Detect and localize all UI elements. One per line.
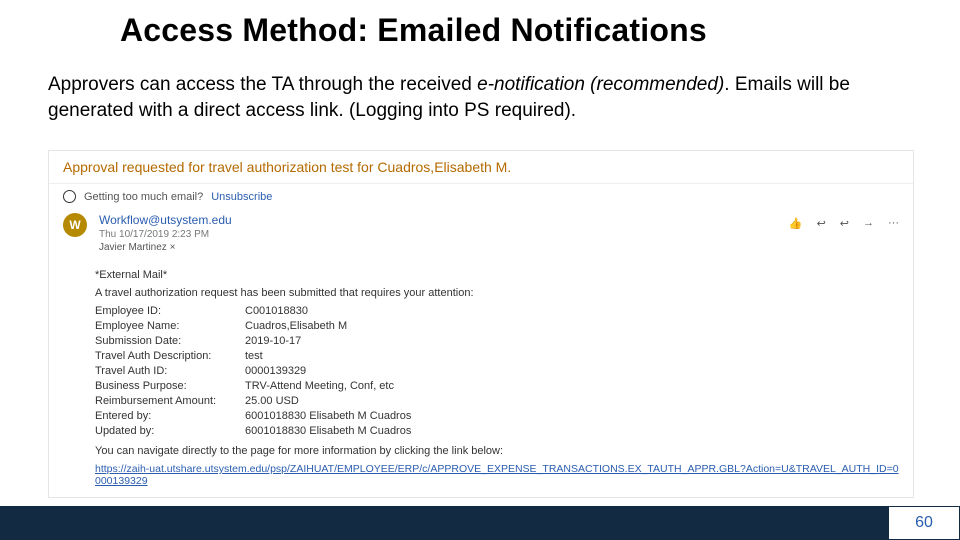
field-label: Employee Name: <box>95 320 245 332</box>
like-icon[interactable]: 👍 <box>789 217 803 230</box>
field-label: Travel Auth Description: <box>95 350 245 362</box>
from-address[interactable]: Workflow@utsystem.edu <box>99 213 232 227</box>
lead-text: A travel authorization request has been … <box>95 287 899 299</box>
sender-block: Workflow@utsystem.edu Thu 10/17/2019 2:2… <box>99 213 232 253</box>
detail-fields: Employee ID:C001018830 Employee Name:Cua… <box>95 305 899 437</box>
intro-emphasis: e-notification (recommended) <box>477 74 724 95</box>
direct-link[interactable]: https://zaih-uat.utshare.utsystem.edu/ps… <box>95 463 899 487</box>
field-value: Cuadros,Elisabeth M <box>245 320 899 332</box>
avatar: W <box>63 213 87 237</box>
field-label: Updated by: <box>95 425 245 437</box>
unsubscribe-bar: Getting too much email? Unsubscribe <box>49 184 913 209</box>
unsub-text: Getting too much email? <box>84 191 203 203</box>
email-body: *External Mail* A travel authorization r… <box>49 269 913 497</box>
sent-datetime: Thu 10/17/2019 2:23 PM <box>99 229 232 240</box>
bullet-icon <box>63 190 76 203</box>
field-value: 6001018830 Elisabeth M Cuadros <box>245 410 899 422</box>
slide-footer <box>0 506 960 540</box>
field-value: C001018830 <box>245 305 899 317</box>
page-number: 60 <box>888 506 960 540</box>
slide: Access Method: Emailed Notifications App… <box>0 0 960 540</box>
slide-title: Access Method: Emailed Notifications <box>120 12 707 49</box>
field-value: 2019-10-17 <box>245 335 899 347</box>
to-recipient: Javier Martinez × <box>99 242 232 253</box>
field-label: Entered by: <box>95 410 245 422</box>
field-label: Travel Auth ID: <box>95 365 245 377</box>
field-value: test <box>245 350 899 362</box>
field-value: TRV-Attend Meeting, Conf, etc <box>245 380 899 392</box>
external-flag: *External Mail* <box>95 269 899 281</box>
unsubscribe-link[interactable]: Unsubscribe <box>211 191 272 203</box>
more-icon[interactable]: ··· <box>888 217 899 230</box>
email-actions: 👍 ↩ ↩ → ··· <box>789 213 899 230</box>
field-label: Employee ID: <box>95 305 245 317</box>
field-label: Submission Date: <box>95 335 245 347</box>
forward-icon[interactable]: → <box>863 217 874 230</box>
field-value: 25.00 USD <box>245 395 899 407</box>
field-value: 6001018830 Elisabeth M Cuadros <box>245 425 899 437</box>
intro-text: Approvers can access the TA through the … <box>48 72 908 123</box>
reply-all-icon[interactable]: ↩ <box>840 217 849 230</box>
email-preview: Approval requested for travel authorizat… <box>48 150 914 498</box>
field-label: Reimbursement Amount: <box>95 395 245 407</box>
email-header: W Workflow@utsystem.edu Thu 10/17/2019 2… <box>49 209 913 263</box>
email-subject: Approval requested for travel authorizat… <box>49 151 913 184</box>
reply-icon[interactable]: ↩ <box>817 217 826 230</box>
nav-text: You can navigate directly to the page fo… <box>95 445 899 457</box>
field-label: Business Purpose: <box>95 380 245 392</box>
intro-part1: Approvers can access the TA through the … <box>48 74 477 95</box>
field-value: 0000139329 <box>245 365 899 377</box>
